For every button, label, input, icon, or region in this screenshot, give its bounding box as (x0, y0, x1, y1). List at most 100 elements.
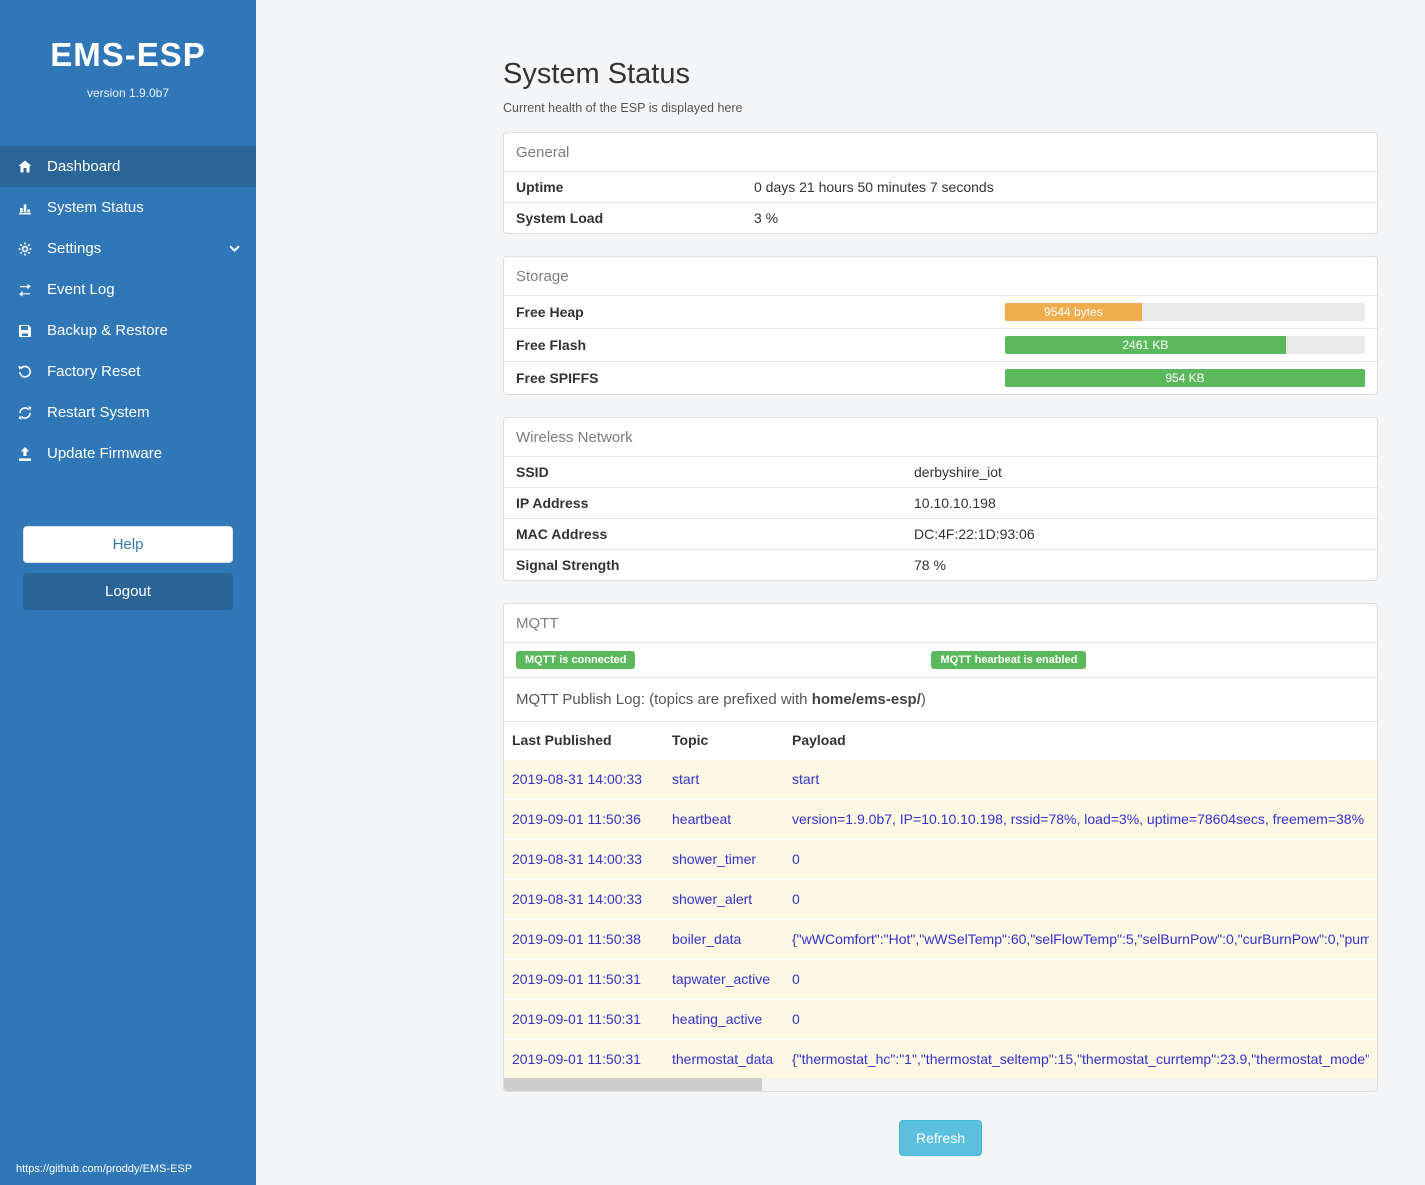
logout-button[interactable]: Logout (23, 573, 233, 610)
page-subtitle: Current health of the ESP is displayed h… (503, 101, 1378, 115)
uptime-row: Uptime 0 days 21 hours 50 minutes 7 seco… (504, 171, 1377, 202)
app: EMS-ESP version 1.9.0b7 Dashboard System… (0, 0, 1425, 1185)
cell-payload: {"thermostat_hc":"1","thermostat_seltemp… (792, 1051, 1369, 1067)
row-value: DC:4F:22:1D:93:06 (914, 526, 1365, 542)
ssid-row: SSID derbyshire_iot (504, 456, 1377, 487)
sidebar-item-label: Factory Reset (47, 363, 140, 380)
cell-topic: boiler_data (672, 931, 792, 947)
log-title-prefix: MQTT Publish Log: (topics are prefixed w… (516, 691, 812, 708)
sidebar-menu: Dashboard System Status Settings (0, 146, 256, 474)
column-header: Last Published (512, 732, 672, 748)
cell-topic: heartbeat (672, 811, 792, 827)
ip-address-row: IP Address 10.10.10.198 (504, 487, 1377, 518)
cell-last-published: 2019-08-31 14:00:33 (512, 891, 672, 907)
gear-icon (16, 240, 33, 257)
sidebar-item-update-firmware[interactable]: Update Firmware (0, 433, 256, 474)
table-row: 2019-09-01 11:50:31 tapwater_active 0 (504, 958, 1377, 998)
mqtt-panel: MQTT MQTT is connected MQTT hearbeat is … (503, 603, 1378, 1092)
arrows-icon (16, 281, 33, 298)
sidebar-item-factory-reset[interactable]: Factory Reset (0, 351, 256, 392)
row-value: 78 % (914, 557, 1365, 573)
cell-payload: 0 (792, 1011, 1369, 1027)
cell-topic: shower_alert (672, 891, 792, 907)
mqtt-connected-badge: MQTT is connected (516, 651, 635, 669)
free-flash-row: Free Flash 2461 KB (504, 328, 1377, 361)
sidebar-item-dashboard[interactable]: Dashboard (0, 146, 256, 187)
table-row: 2019-08-31 14:00:33 start start (504, 758, 1377, 798)
scrollbar-thumb[interactable] (504, 1078, 762, 1091)
sidebar-item-label: System Status (47, 199, 144, 216)
cell-topic: start (672, 771, 792, 787)
github-link[interactable]: https://github.com/proddy/EMS-ESP (16, 1163, 192, 1175)
cell-topic: shower_timer (672, 851, 792, 867)
home-icon (16, 158, 33, 175)
table-row: 2019-09-01 11:50:38 boiler_data {"wWComf… (504, 918, 1377, 958)
row-label: System Load (516, 210, 754, 226)
cell-last-published: 2019-08-31 14:00:33 (512, 771, 672, 787)
table-row: 2019-09-01 11:50:36 heartbeat version=1.… (504, 798, 1377, 838)
sidebar-item-backup-restore[interactable]: Backup & Restore (0, 310, 256, 351)
sidebar-item-label: Dashboard (47, 158, 120, 175)
cell-topic: tapwater_active (672, 971, 792, 987)
cell-topic: thermostat_data (672, 1051, 792, 1067)
app-title: EMS-ESP (0, 36, 256, 74)
refresh-button[interactable]: Refresh (899, 1120, 982, 1156)
cell-last-published: 2019-09-01 11:50:36 (512, 811, 672, 827)
cell-payload: start (792, 771, 1369, 787)
row-label: Free Flash (516, 337, 586, 353)
brand: EMS-ESP version 1.9.0b7 (0, 0, 256, 100)
sidebar-item-settings[interactable]: Settings (0, 228, 256, 269)
refresh-icon (16, 404, 33, 421)
log-title-topic-prefix: home/ems-esp/ (812, 691, 921, 708)
row-label: Signal Strength (516, 557, 914, 573)
sidebar-item-system-status[interactable]: System Status (0, 187, 256, 228)
row-label: SSID (516, 464, 914, 480)
sidebar-item-event-log[interactable]: Event Log (0, 269, 256, 310)
cell-payload: 0 (792, 851, 1369, 867)
app-version: version 1.9.0b7 (0, 86, 256, 100)
progress-bar: 9544 bytes (1005, 303, 1365, 321)
sidebar-item-restart-system[interactable]: Restart System (0, 392, 256, 433)
sidebar: EMS-ESP version 1.9.0b7 Dashboard System… (0, 0, 256, 1185)
progress-fill: 9544 bytes (1005, 303, 1142, 321)
cell-payload: 0 (792, 891, 1369, 907)
wireless-panel: Wireless Network SSID derbyshire_iot IP … (503, 417, 1378, 581)
table-row: 2019-08-31 14:00:33 shower_alert 0 (504, 878, 1377, 918)
sidebar-item-label: Update Firmware (47, 445, 162, 462)
row-label: MAC Address (516, 526, 914, 542)
sidebar-item-label: Backup & Restore (47, 322, 168, 339)
panel-header: Wireless Network (504, 418, 1377, 456)
save-icon (16, 322, 33, 339)
mqtt-heartbeat-badge: MQTT hearbeat is enabled (931, 651, 1086, 669)
undo-icon (16, 363, 33, 380)
table-row: 2019-09-01 11:50:31 thermostat_data {"th… (504, 1038, 1377, 1078)
table-row: 2019-09-01 11:50:31 heating_active 0 (504, 998, 1377, 1038)
free-spiffs-row: Free SPIFFS 954 KB (504, 361, 1377, 394)
cell-last-published: 2019-09-01 11:50:31 (512, 1011, 672, 1027)
progress-fill: 2461 KB (1005, 336, 1286, 354)
progress-bar: 2461 KB (1005, 336, 1365, 354)
row-value: 0 days 21 hours 50 minutes 7 seconds (754, 179, 1365, 195)
row-label: Free Heap (516, 304, 584, 320)
sidebar-item-label: Restart System (47, 404, 150, 421)
row-value: derbyshire_iot (914, 464, 1365, 480)
row-label: Uptime (516, 179, 754, 195)
help-button[interactable]: Help (23, 526, 233, 563)
mqtt-table-header: Last Published Topic Payload (504, 721, 1377, 758)
chevron-down-icon (229, 245, 240, 253)
system-load-row: System Load 3 % (504, 202, 1377, 233)
refresh-area: Refresh (503, 1120, 1378, 1156)
panel-header: General (504, 133, 1377, 171)
main-content: System Status Current health of the ESP … (256, 0, 1425, 1185)
cell-payload: 0 (792, 971, 1369, 987)
sidebar-item-label: Event Log (47, 281, 115, 298)
mac-address-row: MAC Address DC:4F:22:1D:93:06 (504, 518, 1377, 549)
signal-strength-row: Signal Strength 78 % (504, 549, 1377, 580)
cell-last-published: 2019-08-31 14:00:33 (512, 851, 672, 867)
horizontal-scrollbar[interactable] (504, 1078, 1377, 1091)
page-title: System Status (503, 58, 1378, 91)
row-value: 10.10.10.198 (914, 495, 1365, 511)
upload-icon (16, 445, 33, 462)
storage-panel: Storage Free Heap 9544 bytes Free Flash … (503, 256, 1378, 395)
row-label: IP Address (516, 495, 914, 511)
